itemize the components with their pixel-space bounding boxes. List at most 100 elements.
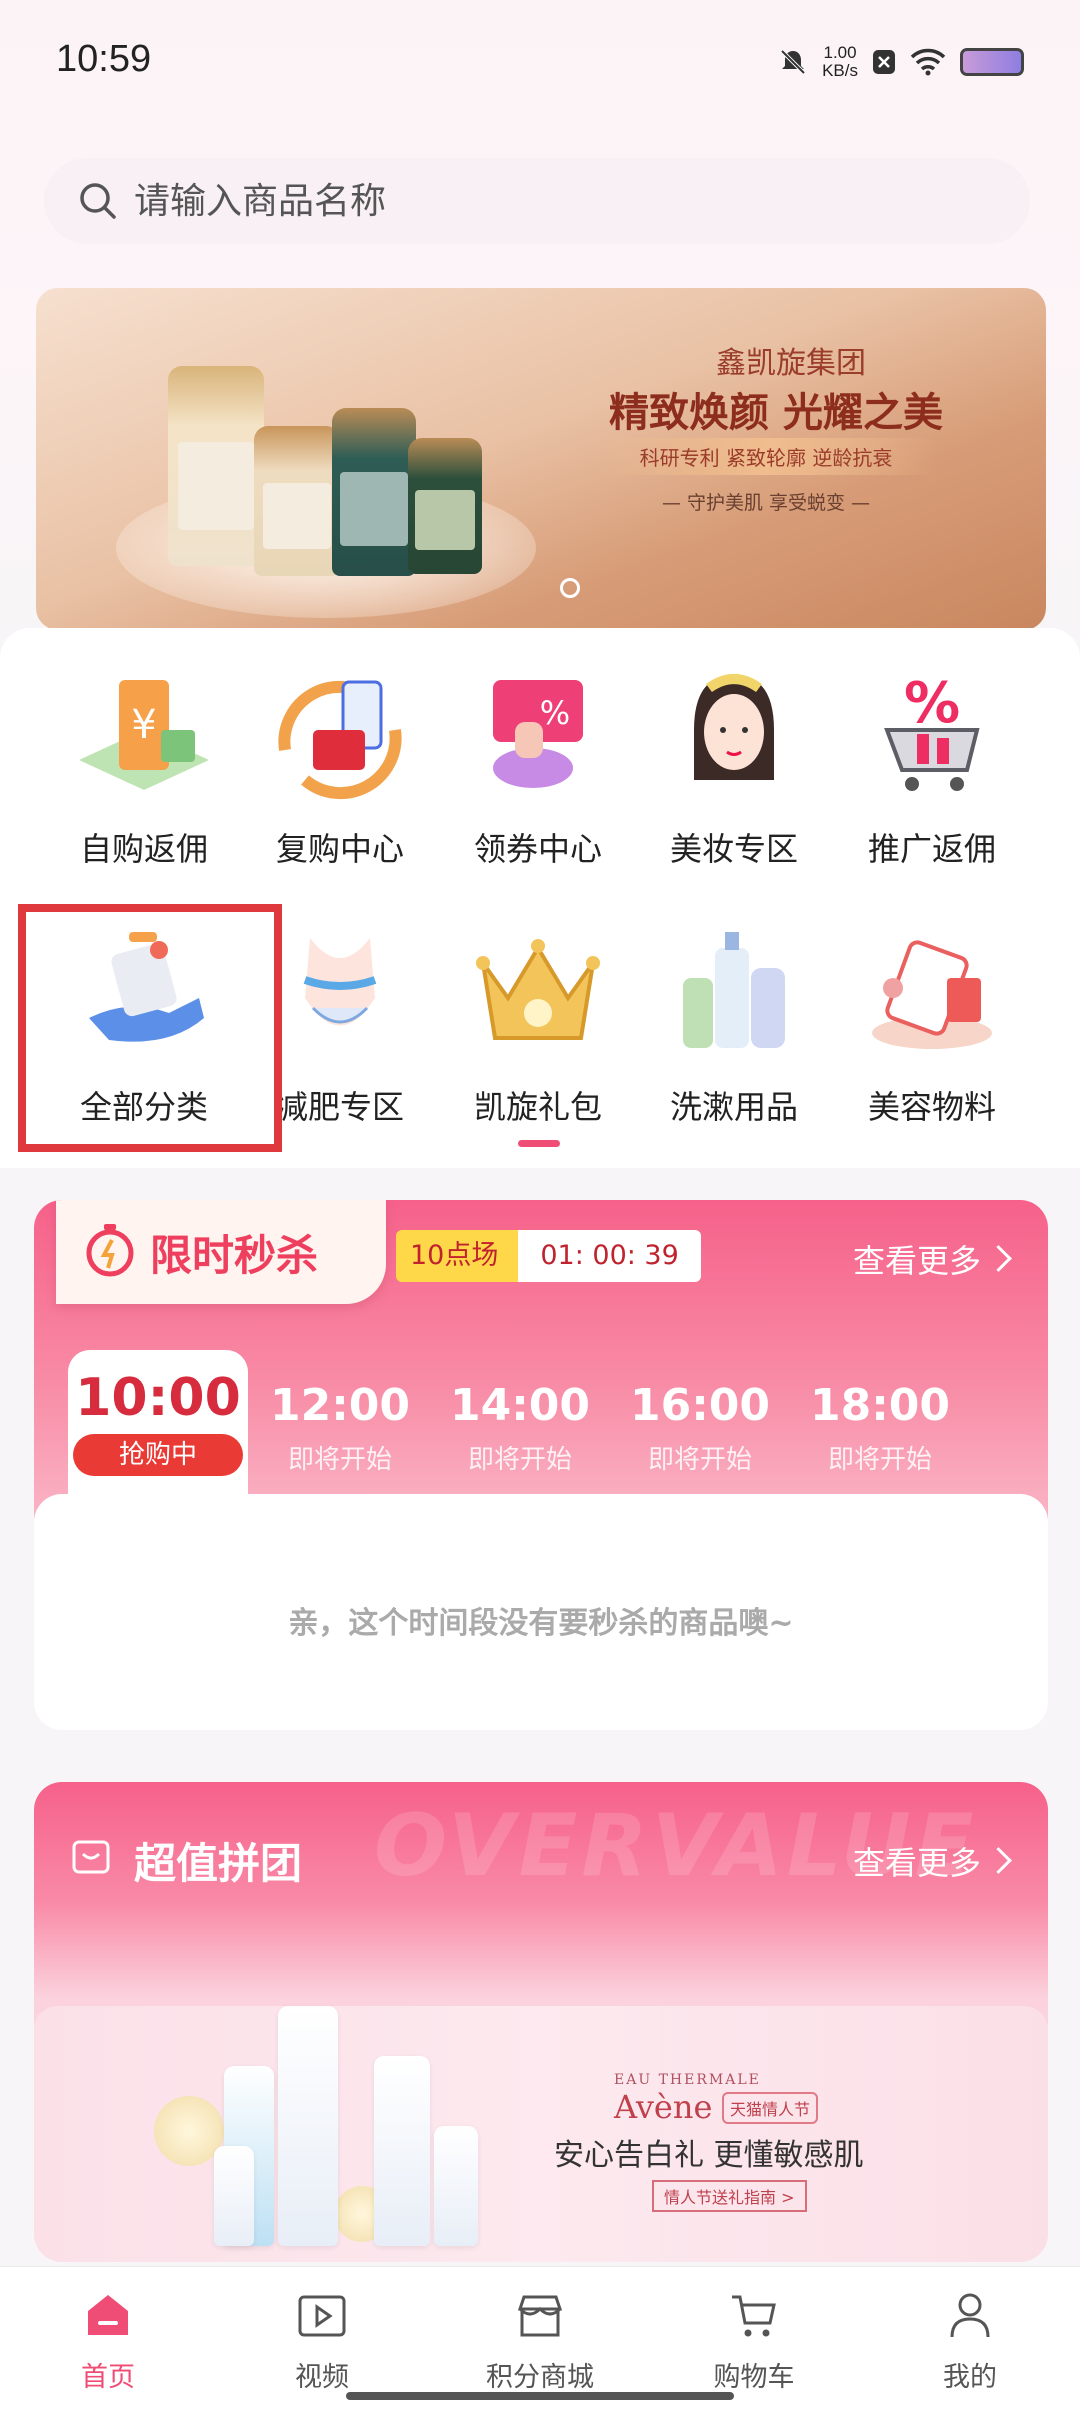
carousel-indicator[interactable] <box>560 578 580 598</box>
search-input[interactable] <box>132 179 936 223</box>
net-speed-unit: KB/s <box>822 61 858 80</box>
promo-cart-icon: % <box>857 660 1007 810</box>
time-slots: 10:00 抢购中 12:00 即将开始 14:00 即将开始 16:00 即将… <box>34 1350 1048 1500</box>
category-repurchase[interactable]: 复购中心 <box>242 660 438 870</box>
makeup-icon <box>659 660 809 810</box>
product-tube-image <box>214 2146 254 2246</box>
stopwatch-icon <box>86 1224 134 1277</box>
banner-brand: 鑫凯旋集团 <box>716 346 866 381</box>
tab-label: 积分商城 <box>486 2362 594 2393</box>
flash-sale-more-link[interactable]: 查看更多 <box>852 1236 1012 1282</box>
flash-sale-title: 限时秒杀 <box>150 1231 319 1280</box>
crown-gift-icon <box>463 918 613 1068</box>
ad-guide-button[interactable]: 情人节送礼指南 > <box>652 2180 807 2212</box>
tab-label: 视频 <box>295 2362 349 2393</box>
product-bottle-image <box>254 426 340 576</box>
product-tube-image <box>434 2126 478 2246</box>
banner-slogan: 精致焕颜 光耀之美 <box>609 390 943 436</box>
gesture-home-bar[interactable] <box>346 2392 734 2400</box>
category-label: 复购中心 <box>275 830 404 868</box>
net-speed: 1.00 KB/s <box>822 44 858 80</box>
category-promo-rebate[interactable]: % 推广返佣 <box>834 660 1030 870</box>
slot-time: 12:00 <box>269 1380 411 1431</box>
beauty-supplies-icon <box>857 918 1007 1068</box>
coupon-icon: % <box>463 660 613 810</box>
countdown: 01: 00: 39 <box>518 1230 701 1282</box>
session-name: 10点场 <box>396 1230 519 1282</box>
chevron-right-icon <box>985 1847 1012 1874</box>
svg-text:%: % <box>904 671 960 736</box>
flash-sale-empty: 亲，这个时间段没有要秒杀的商品噢~ <box>34 1494 1048 1730</box>
tab-label: 首页 <box>81 2362 135 2393</box>
ad-slogan: 安心告白礼 更懂敏感肌 <box>554 2138 864 2173</box>
tab-home[interactable]: 首页 <box>28 2289 188 2394</box>
promo-banner[interactable]: 鑫凯旋集团 精致焕颜 光耀之美 科研专利 紧致轮廓 逆龄抗衰 — 守护美肌 享受… <box>36 288 1046 630</box>
wifi-icon <box>910 48 946 76</box>
svg-text:%: % <box>540 694 570 732</box>
time-slot[interactable]: 14:00 即将开始 <box>430 1380 610 1476</box>
status-icons: 1.00 KB/s <box>778 44 1024 80</box>
more-label: 查看更多 <box>852 1242 981 1280</box>
bell-muted-icon <box>780 49 806 75</box>
ad-brand-name: Avène <box>614 2088 713 2126</box>
slimming-icon <box>265 918 415 1068</box>
battery-icon <box>960 48 1024 76</box>
tab-video[interactable]: 视频 <box>242 2289 402 2394</box>
svg-text:¥: ¥ <box>131 702 156 748</box>
time-slot[interactable]: 16:00 即将开始 <box>610 1380 790 1476</box>
tab-cart[interactable]: 购物车 <box>674 2289 834 2394</box>
flash-session: 10点场 01: 00: 39 <box>396 1230 701 1282</box>
tab-profile[interactable]: 我的 <box>890 2289 1050 2394</box>
home-icon <box>88 2295 128 2335</box>
banner-tags: 科研专利 紧致轮廓 逆龄抗衰 <box>596 438 936 475</box>
bottom-tab-bar: 首页 视频 积分商城 购物车 我的 <box>0 2266 1080 2409</box>
slot-time: 10:00 <box>75 1368 241 1428</box>
chevron-right-icon <box>985 1245 1012 1272</box>
product-bottle-image <box>168 366 264 566</box>
category-toiletries[interactable]: 洗漱用品 <box>636 918 832 1128</box>
group-buy-more-link[interactable]: 查看更多 <box>852 1838 1012 1884</box>
slot-status: 即将开始 <box>827 1445 932 1475</box>
category-coupon[interactable]: % 领券中心 <box>440 660 636 870</box>
category-gift-pack[interactable]: 凯旋礼包 <box>440 918 636 1128</box>
category-self-rebate[interactable]: ¥ 自购返佣 <box>46 660 242 870</box>
category-label: 自购返佣 <box>79 830 208 868</box>
time-slot[interactable]: 18:00 即将开始 <box>790 1380 970 1476</box>
category-beauty-supplies[interactable]: 美容物料 <box>834 918 1030 1128</box>
banner-subline: — 守护美肌 享受蜕变 — <box>661 492 871 514</box>
slot-status: 即将开始 <box>467 1445 572 1475</box>
ad-event-badge: 天猫情人节 <box>722 2092 819 2124</box>
cart-icon <box>732 2295 776 2337</box>
slot-time: 16:00 <box>629 1380 771 1431</box>
product-bottle-image <box>408 438 482 574</box>
category-label: 美容物料 <box>867 1088 996 1126</box>
category-makeup[interactable]: 美妆专区 <box>636 660 832 870</box>
toiletries-icon <box>659 918 809 1068</box>
slot-time: 14:00 <box>449 1380 591 1431</box>
group-buy-section: OVERVALUE 超值拼团 查看更多 EAU THERMALE Avène 天猫… <box>34 1782 1048 2262</box>
time-slot[interactable]: 12:00 即将开始 <box>250 1380 430 1476</box>
search-bar[interactable] <box>44 158 1030 244</box>
group-buy-title: 超值拼团 <box>134 1839 303 1888</box>
category-label: 领券中心 <box>473 830 602 868</box>
close-box-icon <box>873 50 895 74</box>
tab-points-store[interactable]: 积分商城 <box>460 2289 620 2394</box>
category-page-indicator <box>518 1140 560 1147</box>
flash-sale-header: 限时秒杀 <box>56 1200 386 1304</box>
group-buy-ad-banner[interactable]: EAU THERMALE Avène 天猫情人节 安心告白礼 更懂敏感肌 情人节送… <box>34 2006 1048 2262</box>
time-slot-active[interactable]: 10:00 抢购中 <box>68 1350 248 1500</box>
slot-status: 抢购中 <box>73 1434 243 1476</box>
slot-time: 18:00 <box>809 1380 951 1431</box>
flash-sale-section: 限时秒杀 10点场 01: 00: 39 查看更多 10:00 抢购中 12:0… <box>34 1200 1048 1730</box>
highlight-box-all-categories <box>18 904 282 1152</box>
more-label: 查看更多 <box>852 1844 981 1882</box>
search-icon <box>80 183 116 219</box>
ad-brand-small: EAU THERMALE <box>614 2072 761 2088</box>
cashback-icon: ¥ <box>69 660 219 810</box>
category-label: 美妆专区 <box>669 830 798 868</box>
category-label: 洗漱用品 <box>669 1088 798 1126</box>
points-store-icon <box>517 2295 563 2337</box>
profile-icon <box>950 2293 990 2338</box>
slot-status: 即将开始 <box>287 1445 392 1475</box>
product-tube-image <box>278 2006 338 2246</box>
